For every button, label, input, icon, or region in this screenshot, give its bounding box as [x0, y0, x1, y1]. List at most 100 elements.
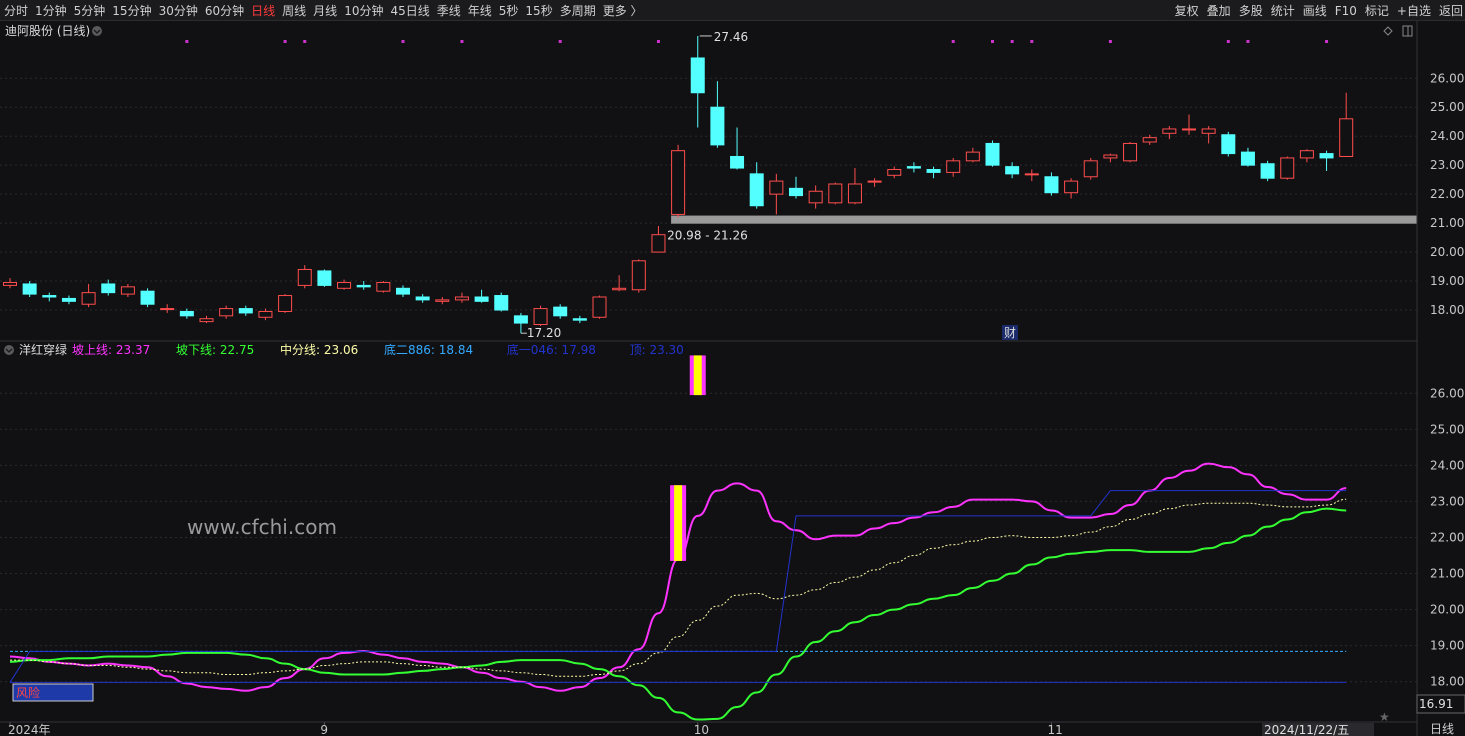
- candle-up: [1280, 157, 1295, 179]
- candle-down: [494, 295, 509, 311]
- indicator-settings-icon[interactable]: [4, 345, 14, 355]
- candle-up: [278, 295, 293, 312]
- period-tab[interactable]: 1分钟: [35, 4, 67, 18]
- signal-dot: [1030, 40, 1034, 43]
- period-tabs: 分时 1分钟 5分钟 15分钟 30分钟 60分钟 日线 周线 月线 10分钟 45日线 季线 年线 5秒…: [4, 2, 650, 19]
- toolbar-action-button[interactable]: 叠加: [1207, 4, 1231, 18]
- period-tab[interactable]: 5分钟: [74, 4, 106, 18]
- toolbar-action-button[interactable]: F10: [1335, 4, 1357, 18]
- candle-down: [140, 290, 155, 305]
- toolbar-action-button[interactable]: 返回: [1439, 4, 1463, 18]
- toolbar-action-button[interactable]: +自选: [1397, 4, 1431, 18]
- toolbar-action-button[interactable]: 复权: [1175, 4, 1199, 18]
- toolbar: 分时 1分钟 5分钟 15分钟 30分钟 60分钟 日线 周线 月线 10分钟 45日线 季线 年线 5秒…: [0, 0, 1465, 21]
- period-tab[interactable]: 10分钟: [344, 4, 383, 18]
- candle-up: [1299, 150, 1314, 159]
- period-tab[interactable]: 15分钟: [112, 4, 151, 18]
- signal-dot: [1226, 40, 1230, 43]
- candle-up: [1064, 180, 1079, 194]
- candle-up: [847, 183, 862, 204]
- indicator-y-tick-label: 24.00: [1430, 458, 1464, 472]
- candle-up: [1024, 173, 1039, 176]
- candle-down: [1044, 176, 1059, 194]
- candle-down: [1005, 166, 1020, 175]
- chart-area[interactable]: 18.00 19.00 20.00 21.00 22.00 23.00 24.00 25.00…: [0, 21, 1465, 736]
- date-tag: 2024/11/22/五: [1264, 723, 1349, 736]
- legend-item: 坡下线: 22.75: [176, 343, 254, 357]
- candle-up: [1339, 118, 1354, 157]
- x-tick-label: 10: [694, 723, 709, 736]
- candle-up: [454, 296, 469, 301]
- main-y-tick-label: 21.00: [1430, 216, 1464, 230]
- main-y-tick-label: 25.00: [1430, 100, 1464, 114]
- period-tab[interactable]: 月线: [313, 4, 337, 18]
- settings-dropdown-icon[interactable]: [92, 26, 102, 36]
- period-tab[interactable]: 更多 〉: [603, 4, 643, 18]
- period-tab[interactable]: 多周期: [560, 4, 596, 18]
- x-tick-label: 9: [320, 723, 328, 736]
- candle-up: [376, 282, 391, 292]
- candle-up: [612, 287, 627, 291]
- main-y-tick-label: 22.00: [1430, 187, 1464, 201]
- period-tab[interactable]: 5秒: [499, 4, 519, 18]
- candle-down: [101, 283, 116, 294]
- candle-down: [1240, 151, 1255, 166]
- high-price-label: 27.46: [714, 30, 748, 44]
- candle-down: [474, 296, 489, 302]
- candle-up: [3, 282, 17, 286]
- indicator-name: 洋红穿绿: [19, 342, 67, 357]
- candle-down: [22, 283, 37, 295]
- signal-bar-core: [693, 355, 702, 396]
- signal-dot: [401, 40, 405, 43]
- period-tab[interactable]: 60分钟: [205, 4, 244, 18]
- toolbar-action-button[interactable]: 多股: [1239, 4, 1263, 18]
- candle-up: [435, 299, 450, 302]
- candle-down: [238, 308, 253, 314]
- candle-up: [965, 151, 980, 162]
- candle-down: [553, 306, 568, 317]
- current-value: 16.91: [1419, 697, 1453, 711]
- period-tab[interactable]: 分时: [4, 4, 28, 18]
- candle-up: [1142, 137, 1157, 143]
- candle-up: [81, 292, 96, 305]
- indicator-y-tick-label: 18.00: [1430, 675, 1464, 689]
- candle-up: [867, 180, 882, 183]
- star-icon[interactable]: ★: [1379, 710, 1390, 724]
- candle-up: [1201, 128, 1216, 134]
- indicator-y-tick-label: 26.00: [1430, 386, 1464, 400]
- candle-down: [1319, 153, 1334, 159]
- candle-down: [42, 295, 57, 298]
- toolbar-action-button[interactable]: 画线: [1303, 4, 1327, 18]
- main-y-tick-label: 20.00: [1430, 245, 1464, 259]
- candle-up: [808, 190, 823, 204]
- period-tag: 日线: [1430, 722, 1454, 736]
- candle-down: [906, 166, 921, 169]
- indicator-y-tick-label: 20.00: [1430, 603, 1464, 617]
- period-tab[interactable]: 季线: [437, 4, 461, 18]
- candle-down: [730, 155, 745, 169]
- toolbar-action-button[interactable]: 标记: [1365, 4, 1389, 18]
- legend-item: 坡上线: 23.37: [72, 343, 150, 357]
- period-tab[interactable]: 15秒: [525, 4, 552, 18]
- candle-down: [513, 315, 528, 324]
- period-tab[interactable]: 日线: [251, 4, 275, 18]
- candle-up: [1182, 128, 1196, 131]
- candle-up: [120, 286, 135, 295]
- toolbar-action-button[interactable]: 统计: [1271, 4, 1295, 18]
- candle-down: [415, 296, 430, 301]
- period-tab[interactable]: 周线: [282, 4, 306, 18]
- candle-up: [828, 183, 843, 204]
- period-tab[interactable]: 45日线: [390, 4, 429, 18]
- low-price-label: 17.20: [527, 326, 561, 340]
- candle-down: [61, 297, 76, 302]
- candle-up: [219, 308, 234, 317]
- signal-dot: [951, 40, 955, 43]
- period-tab[interactable]: 30分钟: [159, 4, 198, 18]
- candle-down: [926, 169, 941, 173]
- signal-dot: [656, 40, 660, 43]
- period-tab[interactable]: 年线: [468, 4, 492, 18]
- signal-dot: [991, 40, 994, 43]
- x-tick-label: 11: [1047, 723, 1062, 736]
- candle-up: [199, 318, 214, 323]
- watermark: www.cfchi.com: [187, 515, 337, 539]
